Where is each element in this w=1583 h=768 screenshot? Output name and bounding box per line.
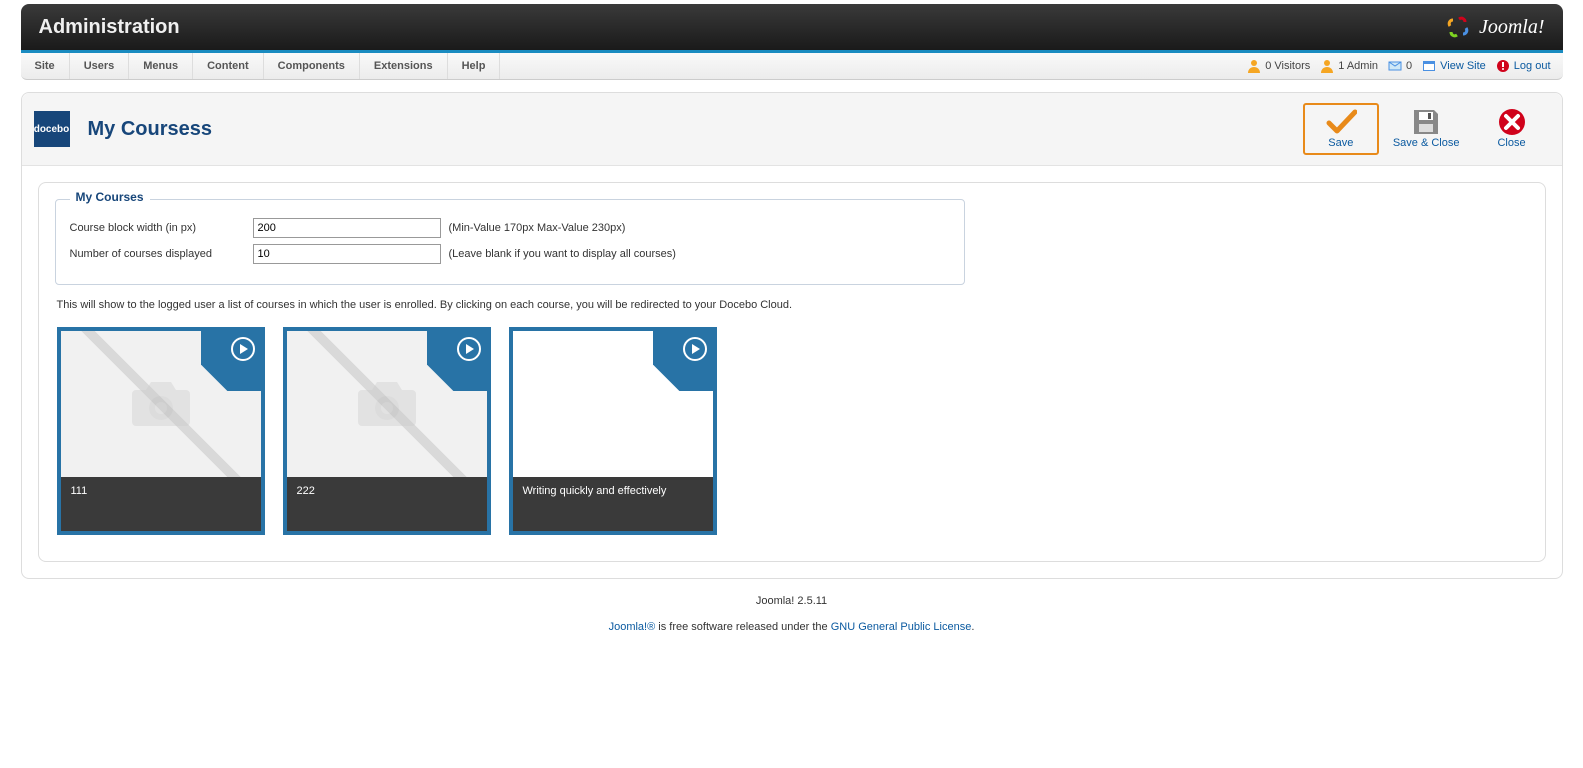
menu-help[interactable]: Help	[448, 53, 501, 79]
topbar-title: Administration	[39, 16, 180, 39]
footer-version: Joomla! 2.5.11	[21, 595, 1563, 607]
save-button[interactable]: Save	[1303, 103, 1379, 155]
mail-icon	[1388, 59, 1402, 73]
options-fieldset: My Courses Course block width (in px) (M…	[55, 199, 965, 285]
course-title: 222	[287, 477, 487, 531]
brand: Joomla!	[1445, 14, 1545, 40]
menu-menus[interactable]: Menus	[129, 53, 193, 79]
play-icon	[683, 337, 707, 361]
description: This will show to the logged user a list…	[57, 299, 1527, 311]
close-label: Close	[1497, 137, 1525, 149]
close-icon	[1496, 107, 1528, 137]
footer: Joomla! 2.5.11 Joomla!® is free software…	[21, 579, 1563, 639]
mail-count: 0	[1406, 60, 1412, 72]
save-label: Save	[1328, 137, 1353, 149]
view-site-link[interactable]: View Site	[1422, 59, 1486, 73]
brand-text: Joomla!	[1479, 16, 1545, 39]
logout-link[interactable]: Log out	[1496, 59, 1551, 73]
fieldset-legend: My Courses	[70, 190, 150, 204]
menu-extensions[interactable]: Extensions	[360, 53, 448, 79]
course-cards: 111 222 Writing quickly and effectively	[55, 327, 1529, 545]
user-icon	[1247, 59, 1261, 73]
count-input[interactable]	[253, 244, 441, 264]
width-label: Course block width (in px)	[70, 222, 245, 234]
footer-text-c: .	[971, 621, 974, 633]
course-card[interactable]: 222	[283, 327, 491, 535]
joomla-link[interactable]: Joomla!®	[609, 621, 656, 633]
play-icon	[457, 337, 481, 361]
course-card[interactable]: Writing quickly and effectively	[509, 327, 717, 535]
logout-icon	[1496, 59, 1510, 73]
width-hint: (Min-Value 170px Max-Value 230px)	[449, 222, 626, 234]
component-logo: docebo	[34, 111, 70, 147]
card-corner	[201, 331, 261, 391]
topbar: Administration Joomla!	[21, 4, 1563, 50]
play-icon	[231, 337, 255, 361]
camera-icon	[352, 375, 422, 433]
toolbar: Save Save & Close Close	[1303, 103, 1550, 155]
panel: My Courses Course block width (in px) (M…	[38, 182, 1546, 562]
course-title: 111	[61, 477, 261, 531]
menubar: Site Users Menus Content Components Exte…	[21, 50, 1563, 80]
card-corner	[653, 331, 713, 391]
menu-users[interactable]: Users	[70, 53, 130, 79]
course-card[interactable]: 111	[57, 327, 265, 535]
floppy-icon	[1410, 107, 1442, 137]
admins-label: 1 Admin	[1338, 60, 1378, 72]
status-mail[interactable]: 0	[1388, 59, 1412, 73]
user-icon	[1320, 59, 1334, 73]
count-hint: (Leave blank if you want to display all …	[449, 248, 676, 260]
width-input[interactable]	[253, 218, 441, 238]
menu-right: 0 Visitors 1 Admin 0 View Site	[1247, 53, 1550, 79]
visitors-label: 0 Visitors	[1265, 60, 1310, 72]
camera-icon	[126, 375, 196, 433]
page-title: My Coursess	[88, 118, 213, 141]
check-icon	[1325, 107, 1357, 137]
save-close-button[interactable]: Save & Close	[1385, 103, 1468, 155]
card-corner	[427, 331, 487, 391]
license-link[interactable]: GNU General Public License	[831, 621, 972, 633]
footer-text-b: is free software released under the	[655, 621, 830, 633]
footer-license-line: Joomla!® is free software released under…	[21, 607, 1563, 633]
content-shell: docebo My Coursess Save Save & Close	[21, 92, 1563, 579]
menu-site[interactable]: Site	[21, 53, 70, 79]
logout-label: Log out	[1514, 60, 1551, 72]
view-site-label: View Site	[1440, 60, 1486, 72]
count-label: Number of courses displayed	[70, 248, 245, 260]
row-count: Number of courses displayed (Leave blank…	[70, 244, 950, 264]
status-visitors: 0 Visitors	[1247, 59, 1310, 73]
status-admins: 1 Admin	[1320, 59, 1378, 73]
row-width: Course block width (in px) (Min-Value 17…	[70, 218, 950, 238]
menu-left: Site Users Menus Content Components Exte…	[21, 53, 501, 79]
window-icon	[1422, 59, 1436, 73]
joomla-logo-icon	[1445, 14, 1471, 40]
course-title: Writing quickly and effectively	[513, 477, 713, 531]
menu-content[interactable]: Content	[193, 53, 264, 79]
save-close-label: Save & Close	[1393, 137, 1460, 149]
page-header: docebo My Coursess Save Save & Close	[22, 93, 1562, 166]
close-button[interactable]: Close	[1474, 103, 1550, 155]
menu-components[interactable]: Components	[264, 53, 360, 79]
